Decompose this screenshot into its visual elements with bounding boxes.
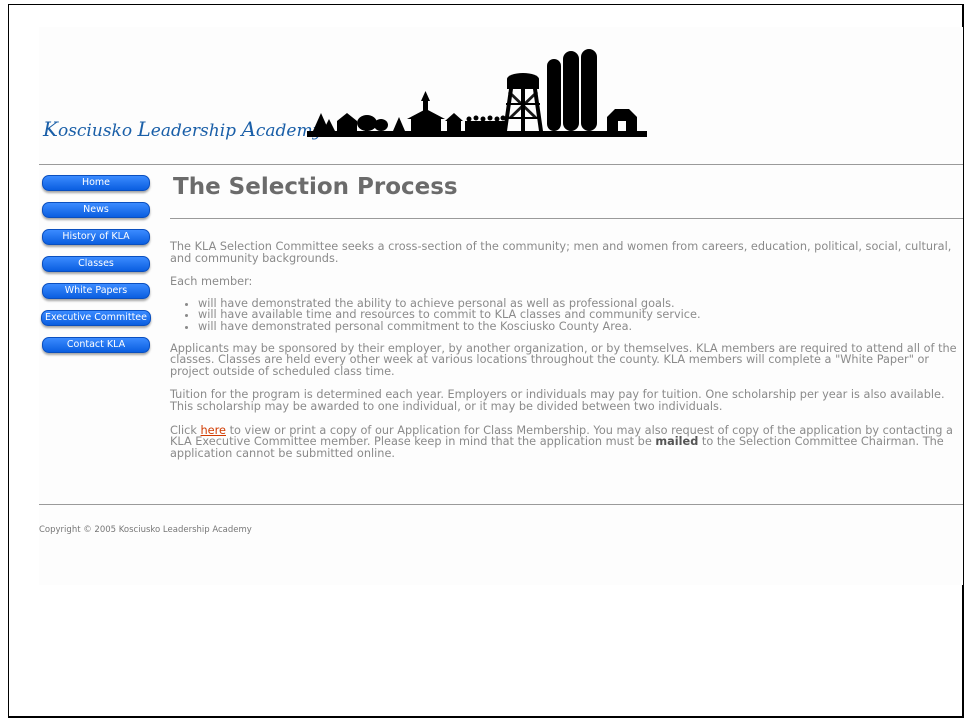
title-divider: [170, 218, 963, 219]
nav-history-button[interactable]: History of KLA: [42, 229, 150, 245]
logo-letter-a: A: [241, 117, 256, 141]
county-skyline-logo: [307, 49, 647, 137]
tuition-paragraph: Tuition for the program is determined ea…: [170, 388, 945, 413]
nav-news-button[interactable]: News: [42, 202, 150, 218]
logo-word-1: osciusko: [57, 121, 138, 141]
application-paragraph: Click here to view or print a copy of ou…: [170, 424, 966, 460]
site-logo-text[interactable]: Kosciusko Leadership Academy: [43, 117, 322, 141]
mailed-emphasis: mailed: [655, 435, 699, 449]
footer-divider: [39, 504, 963, 505]
logo-word-2: eadership: [150, 121, 242, 141]
page-title: The Selection Process: [173, 174, 458, 200]
nav-executive-committee-button[interactable]: Executive Committee: [41, 310, 151, 326]
member-requirements-list: will have demonstrated the ability to ac…: [170, 298, 966, 333]
nav-classes-button[interactable]: Classes: [42, 256, 150, 272]
browser-viewport: Kosciusko Leadership Academy Home News H…: [8, 4, 964, 718]
sidebar-nav: Home News History of KLA Classes White P…: [39, 175, 151, 364]
main-content: The KLA Selection Committee seeks a cros…: [170, 241, 966, 471]
copyright-notice: Copyright © 2005 Kosciusko Leadership Ac…: [39, 525, 252, 535]
sponsorship-paragraph: Applicants may be sponsored by their emp…: [170, 341, 957, 378]
logo-letter-l: L: [137, 117, 151, 141]
intro-paragraph: The KLA Selection Committee seeks a cros…: [170, 240, 952, 265]
nav-home-button[interactable]: Home: [42, 175, 150, 191]
logo-letter-k: K: [43, 117, 58, 141]
nav-white-papers-button[interactable]: White Papers: [42, 283, 150, 299]
each-member-label: Each member:: [170, 275, 253, 289]
page: Kosciusko Leadership Academy Home News H…: [39, 27, 963, 585]
site-header: Kosciusko Leadership Academy: [39, 27, 963, 143]
header-divider: [39, 164, 963, 165]
nav-contact-button[interactable]: Contact KLA: [42, 337, 150, 353]
list-item: will have demonstrated personal commitme…: [198, 321, 966, 333]
